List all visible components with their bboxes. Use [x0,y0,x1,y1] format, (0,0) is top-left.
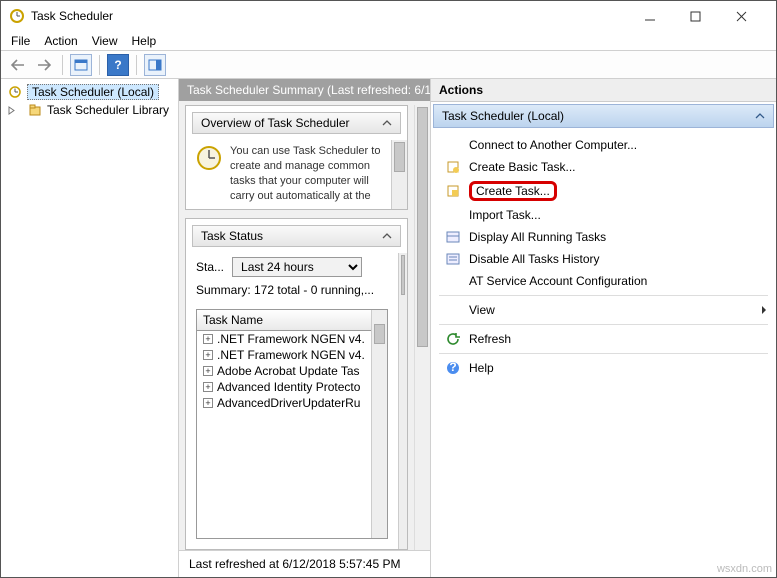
task-scheduler-window: Task Scheduler File Action View Help [0,0,777,578]
summary-scrollbar[interactable] [414,105,430,550]
computer-icon [445,137,461,153]
watermark: wsxdn.com [717,563,772,575]
nav-tree: Task Scheduler (Local) Task Scheduler Li… [1,79,179,577]
task-name-header[interactable]: Task Name [197,310,371,331]
action-view-submenu[interactable]: View [431,299,776,321]
forward-button[interactable] [33,54,55,76]
action-create-task[interactable]: Create Task... [431,178,776,204]
show-hide-console-button[interactable] [70,54,92,76]
actions-context-header: Task Scheduler (Local) [433,104,774,128]
separator [439,353,768,354]
view-icon [445,302,461,318]
overview-title: Overview of Task Scheduler [201,116,350,130]
task-status-section: Task Status Sta... Last 24 hours [185,218,408,550]
help-toolbar-button[interactable]: ? [107,54,129,76]
actions-pane: Actions Task Scheduler (Local) Connect t… [431,79,776,577]
action-help[interactable]: ? Help [431,357,776,379]
status-summary: Summary: 172 total - 0 running,... [186,279,398,303]
summary-pane: Task Scheduler Summary (Last refreshed: … [179,79,431,577]
titlebar: Task Scheduler [1,1,776,31]
summary-header: Task Scheduler Summary (Last refreshed: … [179,79,430,101]
action-disable-history[interactable]: Disable All Tasks History [431,248,776,270]
minimize-button[interactable] [644,10,672,22]
menu-bar: File Action View Help [1,31,776,51]
expand-icon[interactable]: + [203,350,213,360]
tree-library[interactable]: Task Scheduler Library [47,103,169,117]
status-section-scrollbar[interactable] [398,253,407,549]
close-button[interactable] [736,11,764,22]
menu-help[interactable]: Help [132,34,157,48]
toolbar-separator [136,55,137,75]
task-row[interactable]: +Advanced Identity Protecto [197,379,371,395]
task-status-title: Task Status [201,229,263,243]
last-refreshed-label: Last refreshed at 6/12/2018 5:57:45 PM [179,550,430,577]
menu-action[interactable]: Action [44,34,77,48]
action-display-running[interactable]: Display All Running Tasks [431,226,776,248]
task-row[interactable]: +.NET Framework NGEN v4. [197,331,371,347]
clock-large-icon [196,144,222,172]
task-list-scrollbar[interactable] [371,310,387,538]
action-at-service[interactable]: AT Service Account Configuration [431,270,776,292]
menu-view[interactable]: View [92,34,118,48]
task-basic-icon [445,159,461,175]
overview-section: Overview of Task Scheduler You can use T… [185,105,408,210]
task-row[interactable]: +AdvancedDriverUpdaterRu [197,395,371,411]
running-tasks-icon [445,229,461,245]
back-button[interactable] [7,54,29,76]
app-icon [9,8,25,24]
toolbar-separator [99,55,100,75]
overview-scrollbar[interactable] [391,140,407,209]
expand-icon[interactable]: + [203,366,213,376]
toolbar: ? [1,51,776,79]
expand-icon[interactable]: + [203,334,213,344]
separator [439,295,768,296]
actions-header: Actions [431,79,776,102]
account-icon [445,273,461,289]
help-icon: ? [445,360,461,376]
collapse-icon[interactable] [382,232,392,240]
collapse-icon[interactable] [755,112,765,120]
expand-icon[interactable]: + [203,398,213,408]
collapse-icon[interactable] [382,119,392,127]
create-task-label: Create Task... [469,181,557,201]
status-label: Sta... [196,260,224,274]
status-range-select[interactable]: Last 24 hours [232,257,362,277]
action-connect-computer[interactable]: Connect to Another Computer... [431,134,776,156]
chevron-right-icon [760,305,768,315]
task-row[interactable]: +.NET Framework NGEN v4. [197,347,371,363]
task-icon [445,183,461,199]
expand-icon[interactable] [7,106,23,115]
refresh-icon [445,331,461,347]
task-row[interactable]: +Adobe Acrobat Update Tas [197,363,371,379]
action-create-basic-task[interactable]: Create Basic Task... [431,156,776,178]
action-refresh[interactable]: Refresh [431,328,776,350]
task-list: Task Name +.NET Framework NGEN v4. +.NET… [196,309,388,539]
overview-text: You can use Task Scheduler to create and… [230,144,381,203]
tree-root[interactable]: Task Scheduler (Local) [27,84,159,100]
import-icon [445,207,461,223]
library-icon [27,102,43,118]
clock-icon [7,84,23,100]
separator [439,324,768,325]
toolbar-separator [62,55,63,75]
show-hide-action-pane-button[interactable] [144,54,166,76]
maximize-button[interactable] [690,11,718,22]
window-title: Task Scheduler [31,9,113,23]
svg-text:?: ? [449,361,456,374]
menu-file[interactable]: File [11,34,30,48]
history-icon [445,251,461,267]
action-import-task[interactable]: Import Task... [431,204,776,226]
expand-icon[interactable]: + [203,382,213,392]
